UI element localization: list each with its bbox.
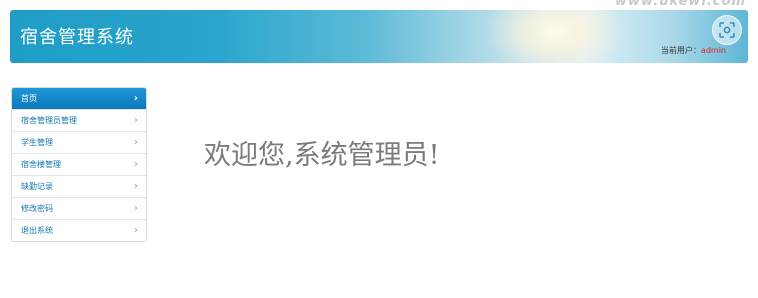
chevron-right-icon: › bbox=[134, 159, 138, 170]
sidebar-item-label: 首页 bbox=[21, 94, 37, 103]
chevron-right-icon: › bbox=[134, 181, 138, 192]
chevron-right-icon: › bbox=[134, 115, 138, 126]
chevron-right-icon: › bbox=[134, 137, 138, 148]
sidebar-item-home[interactable]: 首页 › bbox=[12, 88, 146, 109]
header-banner: 宿舍管理系统 当前用户：admin bbox=[10, 10, 748, 63]
chevron-right-icon: › bbox=[134, 203, 138, 214]
scan-icon-glyph bbox=[719, 22, 735, 38]
sidebar-item-label: 退出系统 bbox=[21, 226, 53, 235]
sidebar-menu: 首页 › 宿舍管理员管理 › 学生管理 › 宿舍楼管理 › 缺勤记录 › 修改密… bbox=[11, 87, 147, 242]
chevron-right-icon: › bbox=[133, 93, 138, 104]
scan-icon[interactable] bbox=[712, 15, 742, 45]
welcome-message: 欢迎您,系统管理员! bbox=[204, 140, 440, 171]
current-user-name: admin bbox=[700, 46, 726, 55]
sidebar-item-label: 学生管理 bbox=[21, 138, 53, 147]
sidebar-item-logout[interactable]: 退出系统 › bbox=[12, 219, 146, 241]
watermark: www.ukewl.com bbox=[615, 0, 746, 9]
app-title: 宿舍管理系统 bbox=[20, 27, 134, 48]
sidebar-item-student-admin[interactable]: 学生管理 › bbox=[12, 131, 146, 153]
sidebar-item-label: 宿舍楼管理 bbox=[21, 160, 61, 169]
current-user-label: 当前用户： bbox=[660, 46, 701, 55]
sidebar-item-label: 修改密码 bbox=[21, 204, 53, 213]
sidebar-item-dorm-manager-admin[interactable]: 宿舍管理员管理 › bbox=[12, 109, 146, 131]
current-user: 当前用户：admin bbox=[661, 45, 726, 56]
page: www.ukewl.com 宿舍管理系统 当前用户：admin 首页 › 宿舍管… bbox=[0, 0, 758, 298]
sidebar-item-label: 宿舍管理员管理 bbox=[21, 116, 77, 125]
sidebar-item-label: 缺勤记录 bbox=[21, 182, 53, 191]
chevron-right-icon: › bbox=[134, 225, 138, 236]
sidebar-item-change-password[interactable]: 修改密码 › bbox=[12, 197, 146, 219]
sidebar-item-building-admin[interactable]: 宿舍楼管理 › bbox=[12, 153, 146, 175]
sidebar-item-absence-records[interactable]: 缺勤记录 › bbox=[12, 175, 146, 197]
